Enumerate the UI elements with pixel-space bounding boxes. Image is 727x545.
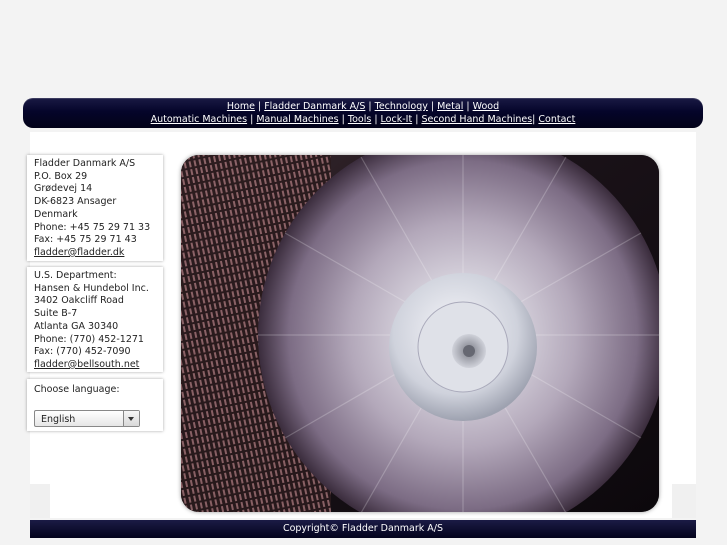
nav-second-hand-machines[interactable]: Second Hand Machines (421, 114, 532, 125)
contact-line: DK-6823 Ansager (34, 196, 117, 208)
nav-wood[interactable]: Wood (473, 101, 500, 112)
email-link-denmark[interactable]: fladder@fladder.dk (34, 247, 124, 258)
nav-technology[interactable]: Technology (375, 101, 428, 112)
nav-fladder-danmark[interactable]: Fladder Danmark A/S (264, 101, 365, 112)
nav-separator: | (257, 101, 262, 112)
contact-line: U.S. Department: (34, 270, 117, 281)
content-corner-shade (30, 484, 50, 518)
nav-separator: | (374, 114, 378, 125)
contact-line: Grødevej 14 (34, 183, 93, 195)
language-select[interactable]: English (34, 409, 140, 427)
nav-separator: | (466, 101, 470, 112)
nav-separator: | (430, 101, 435, 112)
hero-brush-photo (181, 155, 659, 512)
nav-row-1: Home | Fladder Danmark A/S | Technology … (23, 100, 703, 113)
contact-line: P.O. Box 29 (34, 170, 88, 182)
contact-line: Phone: (770) 452-1271 (34, 333, 144, 345)
brush-wheel-image (181, 155, 659, 512)
nav-separator: | (250, 114, 254, 125)
contact-line: Fladder Danmark A/S (34, 158, 136, 169)
contact-line: Hansen & Hundebol Inc. (34, 282, 149, 294)
nav-separator: | (415, 114, 419, 125)
nav-home[interactable]: Home (227, 101, 255, 112)
contact-card-us: U.S. Department: Hansen & Hundebol Inc. … (27, 267, 163, 372)
language-selected-value: English (41, 413, 76, 425)
nav-automatic-machines[interactable]: Automatic Machines (151, 114, 247, 125)
contact-line: Fax: (770) 452-7090 (34, 346, 131, 358)
main-navigation: Home | Fladder Danmark A/S | Technology … (23, 98, 703, 128)
contact-line: Denmark (34, 208, 78, 220)
nav-metal[interactable]: Metal (437, 101, 463, 112)
contact-line: Atlanta GA 30340 (34, 320, 119, 332)
chevron-down-icon[interactable] (123, 410, 139, 426)
contact-card-denmark: Fladder Danmark A/S P.O. Box 29 Grødevej… (27, 155, 163, 261)
nav-contact[interactable]: Contact (538, 114, 575, 125)
copyright-text: Copyright© Fladder Danmark A/S (282, 523, 444, 534)
contact-line: 3402 Oakcliff Road (34, 295, 124, 307)
page-footer: Copyright© Fladder Danmark A/S (30, 520, 696, 538)
language-card: Choose language: English (27, 379, 163, 431)
nav-separator: | (341, 114, 345, 125)
contact-line: Suite B-7 (34, 308, 78, 320)
nav-lock-it[interactable]: Lock-It (381, 114, 413, 125)
nav-manual-machines[interactable]: Manual Machines (256, 114, 338, 125)
language-label: Choose language: (34, 384, 120, 395)
nav-separator: | (532, 114, 536, 125)
nav-row-2: Automatic Machines | Manual Machines | T… (23, 113, 703, 126)
email-link-us[interactable]: fladder@bellsouth.net (34, 359, 139, 370)
contact-line: Fax: +45 75 29 71 43 (34, 234, 137, 246)
contact-line: Phone: +45 75 29 71 33 (34, 221, 151, 233)
content-corner-shade (672, 484, 696, 518)
nav-separator: | (368, 101, 372, 112)
nav-tools[interactable]: Tools (348, 114, 371, 125)
